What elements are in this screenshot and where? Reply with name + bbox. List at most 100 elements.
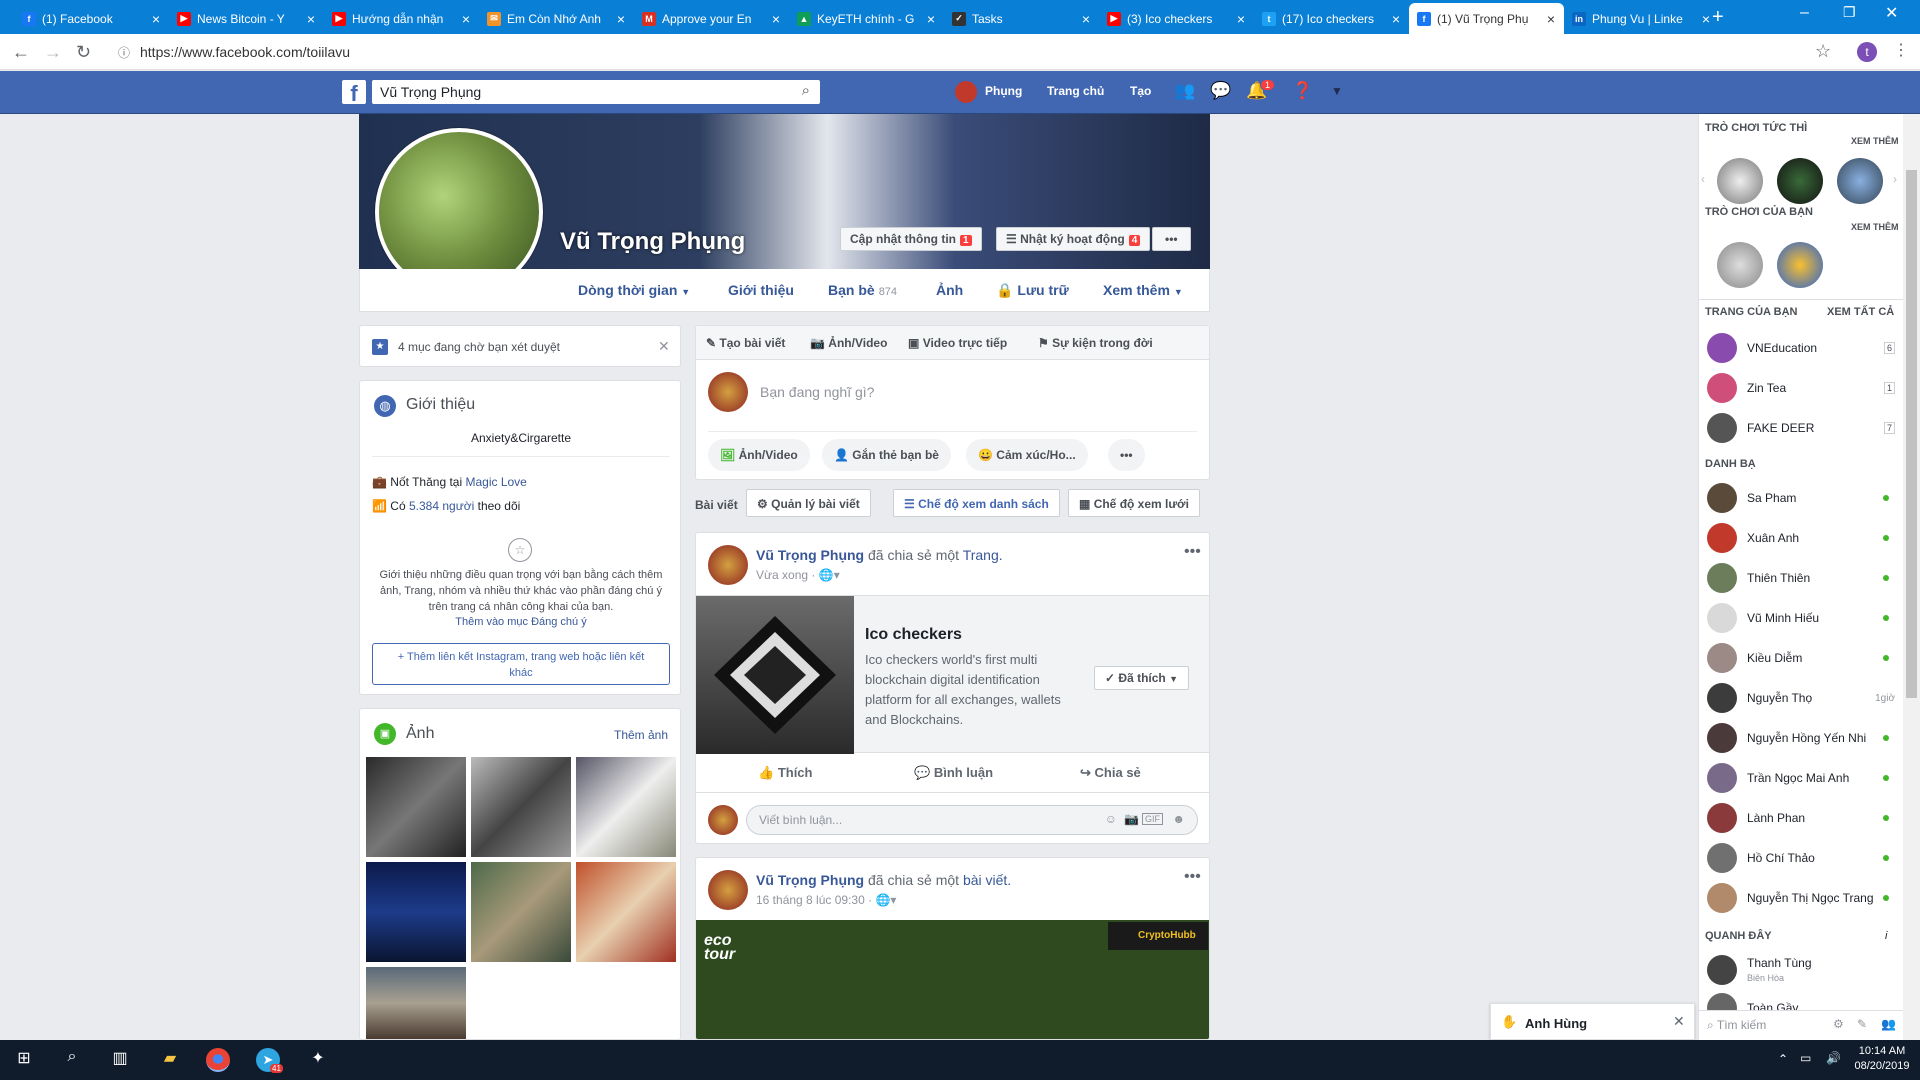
dropdown-arrow-icon[interactable]: ▼ <box>1326 84 1348 106</box>
new-tab-button[interactable]: + <box>1712 6 1724 29</box>
profile-name[interactable]: Vũ Trọng Phụng <box>560 228 745 256</box>
tray-up-icon[interactable]: ⌃ <box>1778 1052 1788 1066</box>
pending-review-card[interactable]: ★ 4 mục đang chờ bạn xét duyệt ✕ <box>359 325 681 367</box>
tab-more[interactable]: Xem thêm ▼ <box>1103 282 1183 298</box>
browser-tab[interactable]: ▶ Hướng dẫn nhận × <box>324 3 479 34</box>
user-name-link[interactable]: Phụng <box>985 84 1022 98</box>
game-thumbnail[interactable] <box>1717 158 1763 204</box>
game-thumbnail[interactable] <box>1777 158 1823 204</box>
like-button[interactable]: 👍 Thích <box>758 765 812 781</box>
post-options-icon[interactable]: ••• <box>1184 868 1201 886</box>
tab-close-icon[interactable]: × <box>767 11 785 27</box>
compose-icon[interactable]: ✎ <box>1857 1017 1867 1031</box>
bookmark-star-icon[interactable]: ☆ <box>1815 41 1831 62</box>
group-icon[interactable]: 👥 <box>1881 1017 1896 1031</box>
contact-item[interactable]: Thiên Thiên <box>1707 560 1897 596</box>
tab-close-icon[interactable]: × <box>1387 11 1405 27</box>
contact-item[interactable]: Nguyễn Hồng Yến Nhi <box>1707 720 1897 756</box>
reload-icon[interactable]: ↻ <box>76 42 91 63</box>
tab-close-icon[interactable]: × <box>1542 11 1560 27</box>
page-item[interactable]: FAKE DEER 7 <box>1707 410 1897 446</box>
contact-item[interactable]: Lành Phan <box>1707 800 1897 836</box>
grid-view-button[interactable]: ▦ Chế độ xem lưới <box>1068 489 1200 517</box>
followers-link[interactable]: 5.384 người <box>409 499 474 513</box>
user-avatar[interactable] <box>955 81 977 103</box>
create-link[interactable]: Tạo <box>1130 84 1151 98</box>
contact-item[interactable]: Sa Pham <box>1707 480 1897 516</box>
tab-photos[interactable]: Ảnh <box>936 282 963 298</box>
feeling-pill[interactable]: 😀 Cảm xúc/Ho... <box>966 439 1088 471</box>
help-icon[interactable]: ❓ <box>1292 81 1314 103</box>
tab-close-icon[interactable]: × <box>612 11 630 27</box>
chat-name[interactable]: Anh Hùng <box>1525 1016 1587 1031</box>
post-object-link[interactable]: Trang. <box>963 547 1003 563</box>
back-icon[interactable]: ← <box>12 42 30 63</box>
photo-thumbnail[interactable] <box>471 757 571 857</box>
close-icon[interactable]: ✕ <box>1673 1013 1685 1030</box>
menu-icon[interactable]: ⋮ <box>1893 40 1909 60</box>
contact-item[interactable]: Vũ Minh Hiếu <box>1707 600 1897 636</box>
see-all-pages-link[interactable]: Xem tất cả <box>1827 306 1894 318</box>
shared-page-preview[interactable]: Ico checkers Ico checkers world's first … <box>696 595 1209 754</box>
chevron-right-icon[interactable]: › <box>1893 172 1897 186</box>
photo-thumbnail[interactable] <box>576 757 676 857</box>
contact-item[interactable]: Hồ Chí Thảo <box>1707 840 1897 876</box>
tab-close-icon[interactable]: × <box>147 11 165 27</box>
create-post-tab[interactable]: ✎ Tạo bài viết <box>706 336 785 350</box>
see-more-your-games-link[interactable]: Xem thêm <box>1851 222 1899 232</box>
photo-thumbnail[interactable] <box>471 862 571 962</box>
photo-thumbnail[interactable] <box>366 757 466 857</box>
messenger-icon[interactable]: 💬 <box>1210 81 1232 103</box>
file-explorer-icon[interactable]: ▰ <box>158 1048 182 1072</box>
minimize-button[interactable]: – <box>1800 4 1809 22</box>
info-icon[interactable]: i <box>1885 930 1887 942</box>
post-author[interactable]: Vũ Trọng Phụng <box>756 872 864 888</box>
tab-timeline[interactable]: Dòng thời gian ▼ <box>578 282 690 298</box>
work-link[interactable]: Magic Love <box>465 475 526 489</box>
emoji-icon[interactable]: ☺ <box>1105 812 1117 826</box>
task-view-icon[interactable]: ▥ <box>108 1048 132 1072</box>
tag-friends-pill[interactable]: 👤 Gắn thẻ bạn bè <box>822 439 951 471</box>
activity-log-button[interactable]: ☰ Nhật ký hoạt động 4 <box>996 227 1151 251</box>
add-photo-link[interactable]: Thêm ảnh <box>614 728 668 742</box>
manage-posts-button[interactable]: ⚙ Quản lý bài viết <box>746 489 871 517</box>
browser-tab[interactable]: ▲ KeyETH chính - G × <box>789 3 944 34</box>
settings-icon[interactable]: ⚙ <box>1833 1017 1844 1031</box>
photo-thumbnail[interactable] <box>576 862 676 962</box>
game-thumbnail[interactable] <box>1777 242 1823 288</box>
page-item[interactable]: Zin Tea 1 <box>1707 370 1897 406</box>
url-field[interactable]: ⓘ https://www.facebook.com/toiilavu <box>110 39 1840 65</box>
browser-tab[interactable]: M Approve your En × <box>634 3 789 34</box>
volume-icon[interactable]: 🔊 <box>1826 1051 1841 1065</box>
post-object-link[interactable]: bài viết. <box>963 872 1011 888</box>
live-video-tab[interactable]: ▣ Video trực tiếp <box>908 336 1007 350</box>
chrome-icon[interactable] <box>206 1048 230 1072</box>
tab-friends[interactable]: Bạn bè 874 <box>828 282 897 298</box>
share-button[interactable]: ↪ Chia sẻ <box>1080 765 1141 781</box>
browser-tab[interactable]: t (17) Ico checkers × <box>1254 3 1409 34</box>
tab-close-icon[interactable]: × <box>457 11 475 27</box>
contact-item[interactable]: Nguyễn Thị Ngọc Trang <box>1707 880 1897 916</box>
search-icon[interactable]: ⌕ <box>60 1048 84 1072</box>
comment-input[interactable]: Viết bình luận... ☺ 📷 GIF ☻ <box>746 805 1198 835</box>
life-event-tab[interactable]: ⚑ Sự kiện trong đời <box>1038 336 1153 350</box>
clock[interactable]: 10:14 AM 08/20/2019 <box>1852 1045 1912 1072</box>
windows-start-icon[interactable]: ⊞ <box>12 1048 36 1072</box>
contact-item[interactable]: Trần Ngọc Mai Anh <box>1707 760 1897 796</box>
nearby-item[interactable]: Thanh Tùng Biên Hòa <box>1707 952 1897 988</box>
chevron-left-icon[interactable]: ‹ <box>1701 172 1705 186</box>
game-thumbnail[interactable] <box>1837 158 1883 204</box>
contact-item[interactable]: Nguyễn Thọ 1giờ <box>1707 680 1897 716</box>
tab-close-icon[interactable]: × <box>922 11 940 27</box>
page-item[interactable]: VNEducation 6 <box>1707 330 1897 366</box>
sidebar-search[interactable]: ⌕ Tìm kiếm ⚙ ✎ 👥 <box>1699 1010 1904 1040</box>
post-time-label[interactable]: 16 tháng 8 lúc 09:30 <box>756 893 865 907</box>
featured-link[interactable]: Thêm vào mục Đáng chú ý <box>360 616 682 628</box>
photo-video-pill[interactable]: 🖼 Ảnh/Video <box>708 439 810 471</box>
see-more-games-link[interactable]: Xem thêm <box>1851 136 1899 146</box>
search-input[interactable]: Vũ Trọng Phụng ⌕ <box>372 80 820 104</box>
tab-close-icon[interactable]: × <box>302 11 320 27</box>
post-time-label[interactable]: Vừa xong <box>756 568 808 582</box>
add-links-button[interactable]: + Thêm liên kết Instagram, trang web hoặ… <box>372 643 670 685</box>
tab-about[interactable]: Giới thiệu <box>728 282 794 298</box>
